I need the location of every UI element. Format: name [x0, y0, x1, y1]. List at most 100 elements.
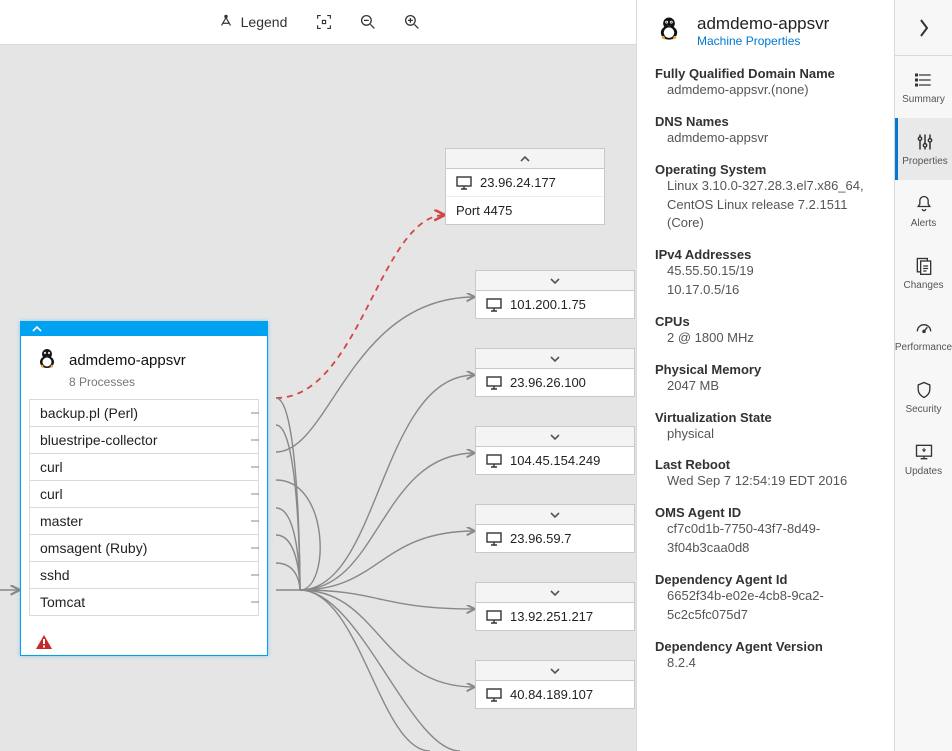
chevron-up-icon [519, 153, 531, 165]
rail-label: Changes [903, 280, 943, 291]
rail-tab-security[interactable]: Security [895, 366, 952, 428]
property-value: physical [655, 425, 876, 444]
process-item[interactable]: master [29, 508, 259, 535]
dependency-map-canvas[interactable]: admdemo-appsvr 8 Processes backup.pl (Pe… [0, 45, 636, 751]
rail-tab-alerts[interactable]: Alerts [895, 180, 952, 242]
property-value: 2 @ 1800 MHz [655, 329, 876, 348]
machine-card-header[interactable] [21, 322, 267, 336]
destination-ip: 23.96.59.7 [510, 531, 571, 546]
rail-tab-updates[interactable]: Updates [895, 428, 952, 490]
process-item[interactable]: sshd [29, 562, 259, 589]
destination-port: Port 4475 [456, 203, 512, 218]
rail-tab-properties[interactable]: Properties [895, 118, 952, 180]
property-key: Fully Qualified Domain Name [655, 66, 876, 81]
destination-expand-toggle[interactable] [476, 505, 634, 525]
monitor-icon [486, 532, 502, 546]
rail-tab-summary[interactable]: Summary [895, 56, 952, 118]
properties-title: admdemo-appsvr [697, 14, 829, 34]
properties-subtitle[interactable]: Machine Properties [697, 34, 829, 48]
gauge-icon [914, 318, 934, 338]
rail-label: Performance [895, 342, 952, 353]
zoom-in-button[interactable] [397, 7, 427, 37]
sliders-icon [915, 132, 935, 152]
alert-icon[interactable] [35, 634, 267, 655]
property-key: OMS Agent ID [655, 505, 876, 520]
machine-card[interactable]: admdemo-appsvr 8 Processes backup.pl (Pe… [20, 321, 268, 656]
destination-ip-row[interactable]: 40.84.189.107 [476, 681, 634, 708]
destination-ip-row[interactable]: 23.96.26.100 [476, 369, 634, 396]
process-item[interactable]: Tomcat [29, 589, 259, 616]
process-item[interactable]: curl [29, 481, 259, 508]
process-item[interactable]: curl [29, 454, 259, 481]
zoom-out-button[interactable] [353, 7, 383, 37]
process-item[interactable]: bluestripe-collector [29, 427, 259, 454]
destination-ip-row[interactable]: 23.96.24.177 [446, 169, 604, 197]
property-key: CPUs [655, 314, 876, 329]
destination-ip-row[interactable]: 13.92.251.217 [476, 603, 634, 630]
destination-card[interactable]: 40.84.189.107 [475, 660, 635, 709]
property-value: admdemo-appsvr.(none) [655, 81, 876, 100]
fit-to-screen-button[interactable] [309, 7, 339, 37]
destination-port-row[interactable]: Port 4475 [446, 197, 604, 224]
legend-button[interactable]: Legend [209, 8, 296, 37]
property-item: Dependency Agent Id6652f34b-e02e-4cb8-9c… [655, 572, 876, 625]
destination-card[interactable]: 23.96.59.7 [475, 504, 635, 553]
destination-expand-toggle[interactable] [446, 149, 604, 169]
process-list: backup.pl (Perl) bluestripe-collector cu… [21, 399, 267, 626]
rail-label: Updates [905, 466, 942, 477]
destination-expand-toggle[interactable] [476, 427, 634, 447]
property-key: Physical Memory [655, 362, 876, 377]
destination-expand-toggle[interactable] [476, 583, 634, 603]
property-key: DNS Names [655, 114, 876, 129]
property-key: Operating System [655, 162, 876, 177]
chevron-down-icon [549, 353, 561, 365]
destination-ip-row[interactable]: 101.200.1.75 [476, 291, 634, 318]
property-item: DNS Namesadmdemo-appsvr [655, 114, 876, 148]
chevron-down-icon [549, 665, 561, 677]
property-key: Virtualization State [655, 410, 876, 425]
property-value: 2047 MB [655, 377, 876, 396]
destination-card[interactable]: 23.96.26.100 [475, 348, 635, 397]
rail-expand-toggle[interactable] [895, 0, 952, 56]
destination-card[interactable]: 104.45.154.249 [475, 426, 635, 475]
destination-ip: 23.96.26.100 [510, 375, 586, 390]
map-toolbar: Legend [0, 0, 636, 45]
monitor-icon [456, 176, 472, 190]
property-key: Dependency Agent Version [655, 639, 876, 654]
process-item[interactable]: backup.pl (Perl) [29, 399, 259, 427]
property-item: Last RebootWed Sep 7 12:54:19 EDT 2016 [655, 457, 876, 491]
linux-icon [35, 346, 59, 375]
bell-icon [914, 194, 934, 214]
rail-tab-changes[interactable]: Changes [895, 242, 952, 304]
machine-title-row: admdemo-appsvr [21, 336, 267, 377]
monitor-icon [486, 610, 502, 624]
property-value: admdemo-appsvr [655, 129, 876, 148]
properties-panel: admdemo-appsvr Machine Properties Fully … [636, 0, 894, 751]
machine-process-count: 8 Processes [21, 375, 267, 399]
monitor-icon [486, 688, 502, 702]
destination-expand-toggle[interactable] [476, 661, 634, 681]
destination-ip-row[interactable]: 104.45.154.249 [476, 447, 634, 474]
destination-ip: 40.84.189.107 [510, 687, 593, 702]
linux-icon [655, 14, 683, 47]
destination-ip: 23.96.24.177 [480, 175, 556, 190]
process-item[interactable]: omsagent (Ruby) [29, 535, 259, 562]
destination-card[interactable]: 23.96.24.177 Port 4475 [445, 148, 605, 225]
destination-expand-toggle[interactable] [476, 271, 634, 291]
property-key: Dependency Agent Id [655, 572, 876, 587]
property-value: 8.2.4 [655, 654, 876, 673]
destination-card[interactable]: 13.92.251.217 [475, 582, 635, 631]
side-rail: Summary Properties Alerts Changes Perfor… [894, 0, 952, 751]
property-key: Last Reboot [655, 457, 876, 472]
destination-ip-row[interactable]: 23.96.59.7 [476, 525, 634, 552]
chevron-right-icon [917, 16, 931, 40]
chevron-up-icon [31, 324, 43, 334]
machine-name: admdemo-appsvr [69, 352, 186, 369]
property-value: 6652f34b-e02e-4cb8-9ca2-5c2c5fc075d7 [655, 587, 876, 625]
rail-tab-performance[interactable]: Performance [895, 304, 952, 366]
destination-ip: 13.92.251.217 [510, 609, 593, 624]
monitor-icon [486, 376, 502, 390]
destination-card[interactable]: 101.200.1.75 [475, 270, 635, 319]
property-item: CPUs2 @ 1800 MHz [655, 314, 876, 348]
destination-expand-toggle[interactable] [476, 349, 634, 369]
